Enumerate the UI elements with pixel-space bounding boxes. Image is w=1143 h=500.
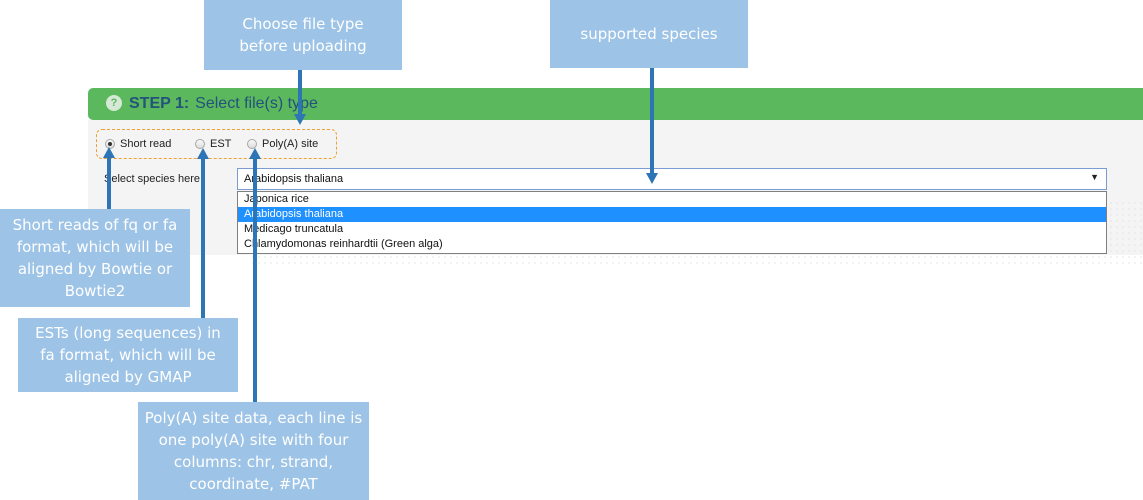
callout-connector-line: [201, 157, 205, 319]
callout-polya-text: Poly(A) site data, each line is one poly…: [144, 409, 363, 493]
species-option[interactable]: Medicago truncatula: [238, 222, 1106, 237]
species-option-highlighted[interactable]: Arabidopsis thaliana: [238, 207, 1106, 222]
callout-connector-line: [107, 156, 111, 210]
arrow-up-icon: [249, 148, 261, 159]
arrow-down-icon: [294, 114, 306, 125]
radio-short-read-label: Short read: [120, 138, 172, 150]
callout-short-read: Short reads of fq or fa format, which wi…: [0, 209, 190, 307]
callout-file-type-text: Choose file type before uploading: [239, 15, 367, 55]
arrow-up-icon: [197, 148, 209, 159]
help-icon[interactable]: ?: [106, 94, 122, 111]
callout-connector-line: [298, 68, 302, 116]
species-option[interactable]: Chlamydomonas reinhardtii (Green alga): [238, 237, 1106, 252]
step-number: STEP 1:: [129, 95, 190, 112]
arrow-down-icon: [646, 173, 658, 184]
callout-polya: Poly(A) site data, each line is one poly…: [138, 402, 369, 500]
species-label: Select species here:: [104, 173, 204, 185]
arrow-up-icon: [103, 147, 115, 158]
callout-est-text: ESTs (long sequences) in fa format, whic…: [35, 324, 221, 386]
callout-est: ESTs (long sequences) in fa format, whic…: [18, 318, 238, 392]
species-option[interactable]: Japonica rice: [238, 192, 1106, 207]
species-select[interactable]: Arabidopsis thaliana ▼: [237, 168, 1107, 190]
callout-connector-line: [253, 157, 257, 403]
chevron-down-icon[interactable]: ▼: [1090, 172, 1099, 182]
species-select-value: Arabidopsis thaliana: [244, 173, 344, 185]
radio-est-label: EST: [210, 138, 232, 150]
callout-connector-line: [650, 68, 654, 175]
species-dropdown-list: Japonica rice Arabidopsis thaliana Medic…: [237, 191, 1107, 254]
callout-species: supported species: [550, 0, 748, 68]
callout-species-text: supported species: [580, 25, 718, 43]
radio-polya-label: Poly(A) site: [262, 138, 319, 150]
callout-file-type: Choose file type before uploading: [204, 0, 402, 70]
callout-short-read-text: Short reads of fq or fa format, which wi…: [12, 216, 178, 300]
step-header: ? STEP 1: Select file(s) type: [88, 88, 1143, 120]
